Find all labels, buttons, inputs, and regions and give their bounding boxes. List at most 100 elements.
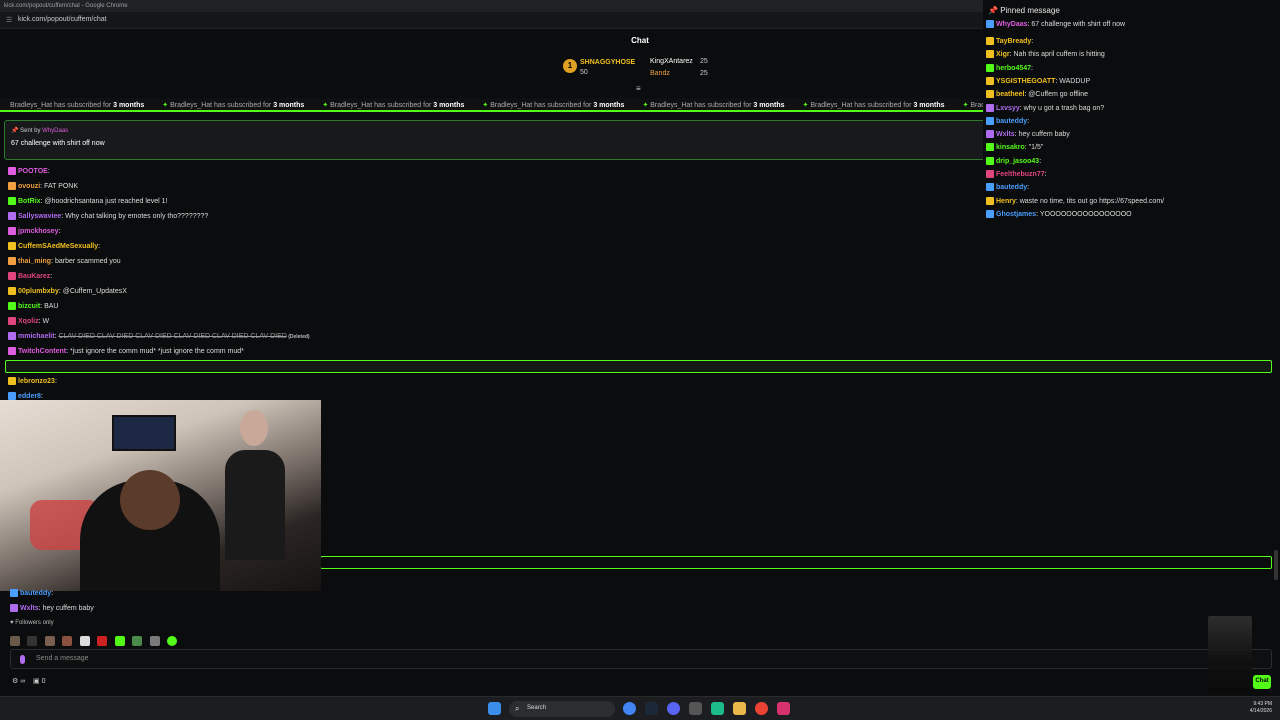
ticker-user[interactable]: Bradleys_Hat: [810, 102, 854, 109]
chat-message: drip_jasoo43:: [986, 156, 1041, 165]
taskbar-search-label: Search: [527, 705, 547, 711]
discord-icon[interactable]: [667, 702, 680, 715]
third-gifter-name[interactable]: Bandz: [650, 70, 670, 77]
user-badge: [986, 209, 994, 218]
points-value: ∞: [20, 678, 26, 685]
chat-text: Nah this april cuffem is hitting: [1013, 51, 1105, 59]
gift-icon[interactable]: ▣: [33, 678, 40, 685]
pinned-sender[interactable]: WhyDaas: [42, 128, 68, 134]
points-icon[interactable]: ⚙: [12, 678, 18, 685]
chat-message-input[interactable]: Send a message: [10, 649, 1272, 669]
emote-quick-bar[interactable]: [10, 632, 180, 646]
third-gifter-count: 25: [700, 70, 708, 77]
chat-username[interactable]: ovouzi: [18, 183, 40, 190]
chat-username[interactable]: Sallyswaviee: [18, 213, 61, 220]
chat-username[interactable]: beatheel: [996, 91, 1024, 98]
top-gifter-name[interactable]: SHNAGGYHOSE: [580, 59, 635, 66]
send-chat-button[interactable]: Chat: [1253, 675, 1271, 689]
emote-item[interactable]: [132, 635, 143, 646]
chat-username[interactable]: bauteddy: [996, 184, 1027, 191]
chat-username[interactable]: bizcuit: [18, 303, 40, 310]
user-badge: [8, 227, 16, 235]
chat-username[interactable]: BauKarez: [18, 273, 50, 280]
system-tray[interactable]: 9:43 PM 4/14/2026: [1250, 701, 1272, 715]
chat-username[interactable]: YSGISTHEGOATT: [996, 78, 1055, 85]
chat-message: Lxvsyy: why u got a trash bag on?: [986, 103, 1104, 112]
rank-medal-icon: 1: [563, 59, 577, 73]
ticker-user[interactable]: Bradleys_Hat: [650, 102, 694, 109]
chat-username[interactable]: Lxvsyy: [996, 104, 1020, 111]
chat-username[interactable]: BotRix: [18, 198, 41, 205]
second-gifter-name[interactable]: KingXAntarez: [650, 58, 693, 65]
right-pinned-user[interactable]: WhyDaas: [996, 21, 1028, 28]
file-explorer-icon[interactable]: [733, 702, 746, 715]
site-info-icon[interactable]: ☰: [6, 16, 12, 24]
ticker-item: ✦ Bradleys_Hat has subscribed for 3 mont…: [634, 102, 784, 109]
microphone-icon[interactable]: [20, 655, 25, 664]
scrollbar-thumb[interactable]: [1274, 550, 1278, 580]
chat-username[interactable]: Wxlts: [20, 605, 39, 612]
chat-username[interactable]: Henry: [996, 197, 1016, 204]
chrome-active-icon[interactable]: [755, 702, 768, 715]
user-badge: [986, 50, 994, 59]
app-icon[interactable]: [711, 702, 724, 715]
start-menu-icon[interactable]: [488, 702, 501, 715]
chat-separator: :: [47, 167, 50, 175]
chrome-icon[interactable]: [623, 702, 636, 715]
collapse-chevron-icon[interactable]: ≡: [636, 84, 641, 93]
emote-item[interactable]: [62, 635, 73, 646]
url-text[interactable]: kick.com/popout/cuffem/chat: [18, 16, 107, 23]
chat-username[interactable]: jpmckhosey: [18, 228, 58, 235]
ticker-user[interactable]: Bradleys_Hat: [330, 102, 374, 109]
ticker-user[interactable]: Bradleys_Hat: [10, 102, 54, 109]
chat-username[interactable]: 00plumbxby: [18, 288, 59, 295]
chat-username[interactable]: Wxlts: [996, 131, 1015, 138]
emote-item[interactable]: [149, 635, 160, 646]
highlighted-message-outline: [320, 556, 1272, 569]
chat-username[interactable]: Feelthebuzn77: [996, 171, 1045, 178]
chat-message: edder8:: [8, 392, 43, 400]
chat-text: "1/5": [1028, 144, 1044, 152]
ticker-user[interactable]: Bradleys_Hat: [170, 102, 214, 109]
ticker-user[interactable]: Bradleys_Hat: [490, 102, 534, 109]
chat-separator: :: [54, 377, 57, 385]
emote-item[interactable]: [114, 635, 125, 646]
chat-username[interactable]: edder8: [18, 393, 41, 400]
chat-username[interactable]: lebronzo23: [18, 378, 55, 385]
ticker-text: has subscribed for: [694, 102, 754, 109]
standing-person: [225, 450, 285, 560]
chat-username[interactable]: thai_ming: [18, 258, 51, 265]
steam-icon[interactable]: [645, 702, 658, 715]
chat-message: herbo4547:: [986, 63, 1033, 72]
chat-message: lebronzo23:: [8, 377, 57, 385]
chat-username[interactable]: TayBready: [996, 38, 1031, 45]
app-icon[interactable]: [689, 702, 702, 715]
tv-screen: [112, 415, 176, 451]
chat-username[interactable]: bauteddy: [20, 590, 51, 597]
emote-item[interactable]: [97, 635, 108, 646]
gifter-leaderboard[interactable]: 1 SHNAGGYHOSE 50 KingXAntarez 25 Bandz 2…: [560, 56, 760, 84]
emote-item[interactable]: [27, 635, 38, 646]
emote-item[interactable]: [167, 635, 178, 646]
taskbar-search[interactable]: ⌕ Search: [509, 701, 615, 717]
chat-username[interactable]: CuffemSAedMeSexually: [18, 243, 98, 250]
clock-date: 4/14/2026: [1249, 708, 1272, 714]
followers-only-indicator: ♥ Followers only: [10, 620, 54, 626]
chat-username[interactable]: drip_jasoo43: [996, 158, 1039, 165]
chat-username[interactable]: bauteddy: [996, 118, 1027, 125]
chat-username[interactable]: kinsakro: [996, 144, 1025, 151]
chat-username[interactable]: Xqoliz: [18, 318, 39, 325]
chat-username[interactable]: Ghostjames: [996, 211, 1036, 218]
chat-username[interactable]: POOTOE: [18, 168, 48, 175]
chat-username[interactable]: mmichaelit: [18, 333, 55, 340]
emote-item[interactable]: [44, 635, 55, 646]
ticker-duration: 3 months: [113, 102, 145, 109]
emote-item[interactable]: [79, 635, 90, 646]
chat-username[interactable]: TwitchContent: [18, 348, 66, 355]
chat-separator: :: [51, 589, 54, 597]
chat-separator: :: [58, 227, 61, 235]
emote-item[interactable]: [10, 635, 20, 646]
chat-username[interactable]: herbo4547: [996, 64, 1031, 71]
chat-username[interactable]: Xigr: [996, 51, 1010, 58]
app-icon[interactable]: [777, 702, 790, 715]
